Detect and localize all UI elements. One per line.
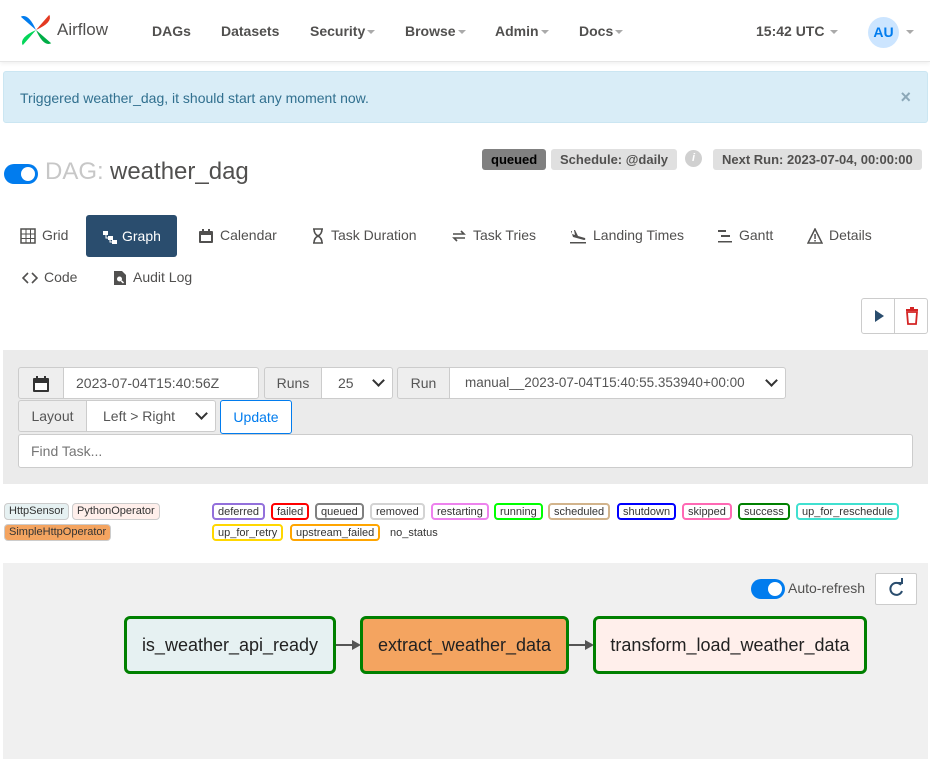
- nav-docs[interactable]: Docs: [579, 23, 624, 39]
- num-runs-select[interactable]: 25: [321, 367, 393, 399]
- legend-operator-simplehttpoperator[interactable]: SimpleHttpOperator: [4, 524, 112, 541]
- calendar-icon: [33, 376, 49, 393]
- legend-state-skipped[interactable]: skipped: [682, 503, 732, 520]
- file-search-icon: [114, 271, 126, 286]
- alert-message: Triggered weather_dag, it should start a…: [20, 90, 369, 106]
- dag-pause-toggle[interactable]: [4, 164, 38, 184]
- legend-state-restarting[interactable]: restarting: [431, 503, 489, 520]
- task-node-transform-load-weather-data[interactable]: transform_load_weather_data: [593, 616, 867, 674]
- chevron-down-icon: [765, 374, 778, 387]
- tab-landing-times[interactable]: Landing Times: [569, 214, 684, 256]
- refresh-button[interactable]: [875, 573, 917, 605]
- legend-state-shutdown[interactable]: shutdown: [617, 503, 677, 520]
- delete-dag-button[interactable]: [894, 298, 928, 334]
- nav-datasets[interactable]: Datasets: [221, 23, 279, 39]
- trash-icon: [906, 307, 918, 325]
- brand-name[interactable]: Airflow: [57, 20, 108, 40]
- legend-state-up-for-retry[interactable]: up_for_retry: [212, 524, 284, 541]
- run-select[interactable]: manual__2023-07-04T15:40:55.353940+00:00: [449, 367, 786, 399]
- legend-state-queued[interactable]: queued: [315, 503, 364, 520]
- schedule-badge: Schedule: @daily: [551, 149, 678, 170]
- tab-graph[interactable]: Graph: [86, 215, 177, 257]
- run-label: Run: [397, 367, 450, 399]
- auto-refresh-label: Auto-refresh: [788, 580, 866, 596]
- layout-label: Layout: [18, 400, 87, 432]
- date-picker-button[interactable]: [18, 367, 64, 399]
- tab-details[interactable]: Details: [806, 214, 872, 256]
- tab-code[interactable]: Code: [21, 256, 77, 298]
- trigger-dag-button[interactable]: [861, 298, 895, 334]
- tab-audit-log[interactable]: Audit Log: [113, 256, 192, 298]
- task-node-extract-weather-data[interactable]: extract_weather_data: [360, 616, 569, 674]
- top-navbar: Airflow DAGs Datasets Security Browse Ad…: [0, 0, 930, 62]
- close-icon[interactable]: ×: [900, 87, 911, 108]
- chevron-down-icon: [367, 30, 376, 35]
- legend-state-failed[interactable]: failed: [271, 503, 310, 520]
- legend-state-deferred[interactable]: deferred: [212, 503, 265, 520]
- calendar-icon: [199, 229, 213, 244]
- legend-state-running[interactable]: running: [494, 503, 543, 520]
- update-button[interactable]: Update: [220, 400, 292, 434]
- code-icon: [21, 272, 39, 284]
- tab-grid[interactable]: Grid: [20, 214, 68, 256]
- chevron-down-icon[interactable]: [906, 30, 914, 34]
- nav-admin[interactable]: Admin: [495, 23, 549, 39]
- dag-label: DAG:: [45, 158, 104, 185]
- airflow-logo-icon[interactable]: [17, 11, 55, 49]
- graph-icon: [103, 231, 117, 245]
- legend-state-upstream-failed[interactable]: upstream_failed: [290, 524, 381, 541]
- timezone-menu[interactable]: 15:42 UTC: [756, 23, 839, 39]
- chevron-down-icon: [615, 30, 624, 35]
- tab-task-duration[interactable]: Task Duration: [311, 214, 417, 256]
- grid-icon: [20, 228, 36, 245]
- play-icon: [875, 310, 884, 322]
- refresh-icon: [889, 578, 903, 596]
- task-edge: [336, 644, 352, 646]
- nav-security[interactable]: Security: [310, 23, 376, 39]
- legend-state-removed[interactable]: removed: [370, 503, 425, 520]
- legend-state-scheduled[interactable]: scheduled: [548, 503, 611, 520]
- tab-task-tries[interactable]: Task Tries: [451, 214, 536, 256]
- plane-landing-icon: [570, 230, 586, 244]
- find-task-input[interactable]: [18, 434, 913, 468]
- gantt-icon: [718, 230, 732, 243]
- legend-state-no-status[interactable]: no_status: [384, 524, 444, 541]
- runs-label: Runs: [264, 367, 322, 399]
- dag-title: weather_dag: [110, 158, 249, 185]
- legend-operator-httpsensor[interactable]: HttpSensor: [4, 503, 70, 520]
- hourglass-icon: [313, 228, 323, 245]
- task-edge: [569, 644, 585, 646]
- dag-state-badge: queued: [482, 149, 547, 170]
- chevron-down-icon: [372, 374, 385, 387]
- nav-browse[interactable]: Browse: [405, 23, 466, 39]
- user-avatar[interactable]: AU: [868, 17, 899, 48]
- auto-refresh-toggle[interactable]: [751, 579, 785, 599]
- layout-select[interactable]: Left > Right: [86, 400, 216, 432]
- info-icon[interactable]: i: [685, 150, 702, 167]
- task-node-is-weather-api-ready[interactable]: is_weather_api_ready: [124, 616, 336, 674]
- chevron-down-icon: [457, 30, 466, 35]
- warning-triangle-icon: [806, 227, 824, 245]
- nav-dags[interactable]: DAGs: [152, 23, 191, 39]
- legend-state-success[interactable]: success: [738, 503, 790, 520]
- legend-state-up-for-reschedule[interactable]: up_for_reschedule: [796, 503, 900, 520]
- tab-gantt[interactable]: Gantt: [717, 214, 773, 256]
- next-run-badge: Next Run: 2023-07-04, 00:00:00: [713, 149, 922, 170]
- legend-operator-pythonoperator[interactable]: PythonOperator: [72, 503, 160, 520]
- chevron-down-icon: [830, 30, 839, 35]
- tab-calendar[interactable]: Calendar: [198, 214, 277, 256]
- chevron-down-icon: [540, 30, 549, 35]
- retry-arrows-icon: [452, 230, 466, 242]
- chevron-down-icon: [195, 407, 208, 420]
- base-date-input[interactable]: 2023-07-04T15:40:56Z: [63, 367, 259, 399]
- flash-alert: Triggered weather_dag, it should start a…: [3, 71, 928, 123]
